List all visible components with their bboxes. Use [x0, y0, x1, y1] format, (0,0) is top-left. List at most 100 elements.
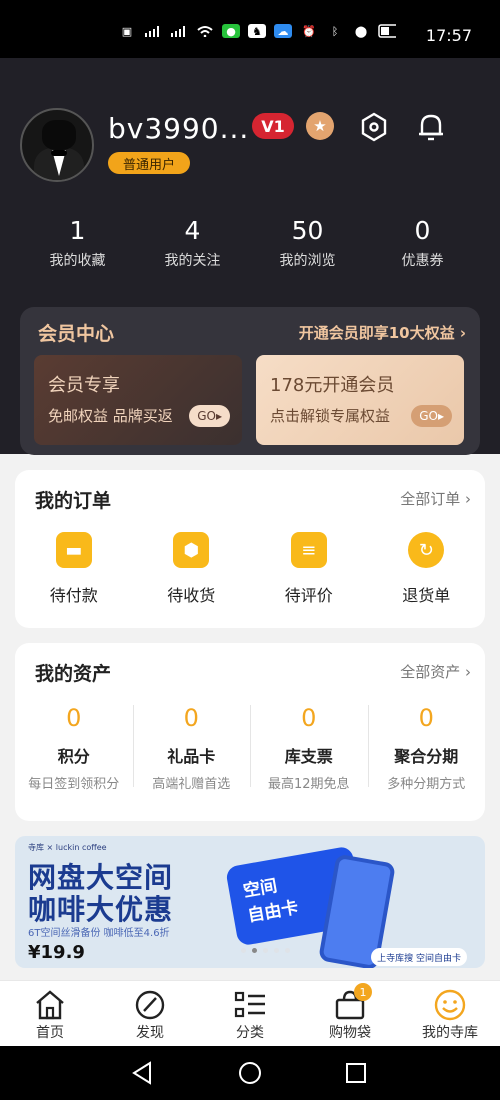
asset-label: 聚合分期: [394, 747, 459, 766]
tab-home[interactable]: 首页: [0, 981, 100, 1046]
system-nav-bar: [0, 1046, 500, 1100]
order-status-row: ▬ 待付款 ⬢ 待收货 ≡ 待评价 ↻ 退货单: [15, 532, 485, 606]
go-label: GO: [197, 409, 216, 423]
bluetooth-icon: ᛒ: [331, 24, 339, 38]
banner-brand: 寺库 × luckin coffee: [28, 843, 107, 852]
asset-sub: 最高12期免息: [267, 777, 350, 792]
bell-icon[interactable]: [417, 112, 445, 142]
all-assets-label: 全部资产: [400, 663, 461, 681]
asset-value: 0: [418, 704, 434, 732]
settings-hex-icon[interactable]: [360, 112, 388, 142]
tab-category[interactable]: 分类: [200, 981, 300, 1046]
alarm-icon: ⏰: [302, 24, 316, 38]
comment-icon: ≡: [290, 532, 327, 568]
avatar[interactable]: [20, 108, 94, 182]
card-subtitle: 免邮权益 品牌买返: [48, 407, 173, 425]
all-orders-label: 全部订单: [400, 490, 461, 508]
stat-coupons[interactable]: 0 优惠券: [365, 216, 480, 270]
stat-following[interactable]: 4 我的关注: [135, 216, 250, 270]
tab-my-secoo[interactable]: 我的寺库: [400, 981, 500, 1046]
asset-sub: 高端礼赠首选: [152, 777, 231, 792]
smile-icon: [434, 989, 466, 1021]
assets-title: 我的资产: [35, 663, 112, 685]
asset-installments[interactable]: 0 聚合分期 多种分期方式: [367, 701, 486, 792]
home-icon: [36, 990, 64, 1020]
qq-icon: ♞: [248, 24, 266, 38]
cart-count-badge: 1: [354, 983, 372, 1001]
medal-icon[interactable]: ★: [306, 112, 334, 140]
stat-history[interactable]: 50 我的浏览: [250, 216, 365, 270]
tab-discover[interactable]: 发现: [100, 981, 200, 1046]
all-assets-link[interactable]: 全部资产 ›: [400, 661, 471, 682]
go-button[interactable]: GO ▸: [189, 405, 230, 427]
card-title: 会员专享: [48, 375, 120, 396]
chevron-right-icon: ›: [460, 663, 471, 681]
banner-price: ¥19.9: [28, 942, 85, 963]
open-membership-card[interactable]: 178元开通会员 点击解锁专属权益 GO ▸: [256, 355, 464, 445]
asset-label: 积分: [57, 747, 90, 766]
go-label: GO: [419, 409, 438, 423]
card-title: 178元开通会员: [270, 375, 395, 396]
order-pending-review[interactable]: ≡ 待评价: [250, 532, 368, 606]
recents-icon[interactable]: [343, 1060, 369, 1086]
member-center: 会员中心 开通会员即享10大权益 › 会员专享 免邮权益 品牌买返 GO ▸ 17…: [20, 307, 480, 455]
play-icon: ▸: [437, 409, 444, 423]
stats-row: 1 我的收藏 4 我的关注 50 我的浏览 0 优惠券: [20, 216, 480, 270]
wallet-icon: ▬: [55, 532, 92, 568]
stat-label: 我的浏览: [279, 253, 336, 269]
assets-card: 我的资产 全部资产 › 0 积分 每日签到领积分 0 礼品卡 高端礼赠首选 0 …: [15, 643, 485, 821]
carousel-dot[interactable]: [285, 948, 290, 953]
go-button[interactable]: GO ▸: [411, 405, 452, 427]
back-icon[interactable]: [130, 1060, 156, 1086]
order-pending-payment[interactable]: ▬ 待付款: [15, 532, 133, 606]
carousel-dot[interactable]: [263, 948, 268, 953]
category-icon: [234, 991, 265, 1018]
refresh-icon: ↻: [408, 532, 445, 568]
status-time: 17:57: [425, 26, 472, 45]
order-pending-receipt[interactable]: ⬢ 待收货: [133, 532, 251, 606]
carousel-dot-active[interactable]: [252, 948, 257, 953]
asset-value: 0: [301, 704, 317, 732]
tab-label: 购物袋: [329, 1025, 371, 1041]
orders-title: 我的订单: [35, 490, 112, 512]
carousel-dot[interactable]: [274, 948, 279, 953]
compass-icon: [135, 990, 165, 1020]
chevron-right-icon: ›: [459, 324, 466, 342]
asset-label: 库支票: [284, 747, 333, 766]
username[interactable]: bv3990...: [108, 112, 249, 145]
cloud-icon: ☁: [274, 24, 292, 38]
battery-icon: [378, 24, 396, 38]
member-exclusive-card[interactable]: 会员专享 免邮权益 品牌买返 GO ▸: [34, 355, 242, 445]
order-label: 待收货: [167, 586, 216, 605]
membership-badge[interactable]: 普通用户: [108, 152, 190, 174]
asset-points[interactable]: 0 积分 每日签到领积分: [15, 701, 133, 792]
banner-subtitle: 6T空间丝滑备份 咖啡低至4.6折: [28, 928, 170, 939]
orders-card: 我的订单 全部订单 › ▬ 待付款 ⬢ 待收货 ≡ 待评价 ↻ 退货单: [15, 470, 485, 628]
all-orders-link[interactable]: 全部订单 ›: [400, 488, 471, 509]
bottom-tab-bar: 首页 发现 分类 1 购物袋 我的寺库: [0, 980, 500, 1046]
stat-value: 4: [184, 216, 201, 245]
banner-title-line2: 咖啡大优惠: [28, 893, 174, 926]
wechat-icon: ●: [222, 24, 240, 38]
order-label: 退货单: [402, 586, 451, 605]
assets-row: 0 积分 每日签到领积分 0 礼品卡 高端礼赠首选 0 库支票 最高12期免息 …: [15, 701, 485, 792]
status-icons: ▣ ● ♞ ☁ ⏰ ᛒ ⬤: [118, 24, 396, 38]
carousel-dot[interactable]: [241, 948, 246, 953]
stat-label: 我的收藏: [49, 253, 106, 269]
tab-shopping-bag[interactable]: 1 购物袋: [300, 981, 400, 1046]
asset-gift-card[interactable]: 0 礼品卡 高端礼赠首选: [132, 701, 251, 792]
stat-value: 0: [414, 216, 431, 245]
stat-favorites[interactable]: 1 我的收藏: [20, 216, 135, 270]
asset-sub: 多种分期方式: [387, 777, 466, 792]
hd1-icon: ▣: [121, 24, 133, 38]
home-circle-icon[interactable]: [237, 1060, 263, 1086]
status-bar: ▣ ● ♞ ☁ ⏰ ᛒ ⬤ 17:57: [0, 0, 500, 58]
vip-level-icon[interactable]: V1: [252, 113, 294, 139]
asset-check[interactable]: 0 库支票 最高12期免息: [250, 701, 368, 792]
promo-banner[interactable]: 寺库 × luckin coffee 网盘大空间 咖啡大优惠 6T空间丝滑备份 …: [15, 836, 485, 968]
member-center-title: 会员中心: [38, 323, 115, 345]
member-center-link[interactable]: 开通会员即享10大权益 ›: [299, 322, 466, 343]
asset-label: 礼品卡: [167, 747, 216, 766]
chevron-right-icon: ›: [460, 490, 471, 508]
order-returns[interactable]: ↻ 退货单: [368, 532, 486, 606]
